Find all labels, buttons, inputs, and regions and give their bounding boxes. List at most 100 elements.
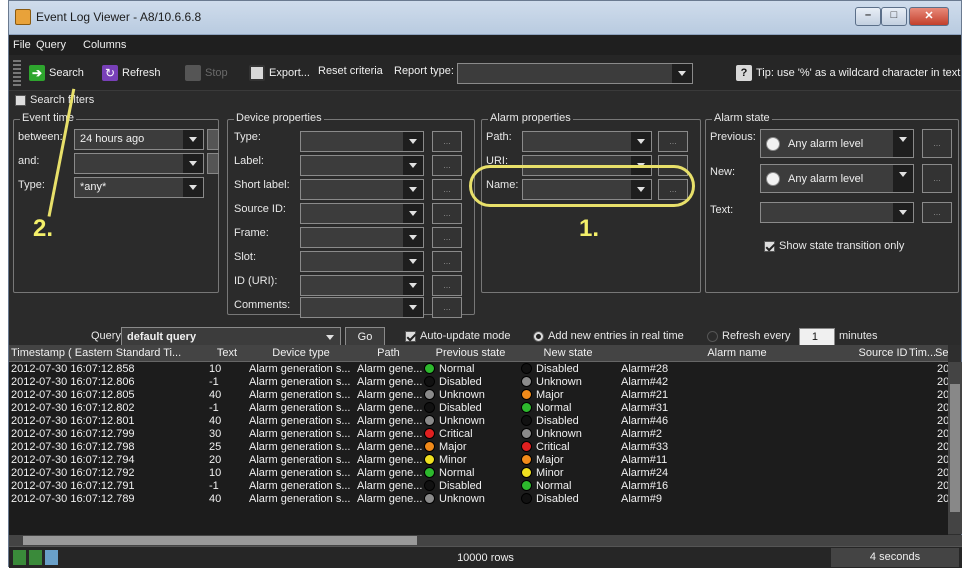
id-uri-select[interactable] [300, 275, 424, 296]
search-button[interactable]: ➔ Search [29, 65, 84, 81]
table-vertical-scrollbar[interactable] [948, 362, 962, 534]
column-header-source-id[interactable]: Source ID [857, 347, 909, 359]
state-dot-icon [424, 415, 435, 426]
column-header-previous-state[interactable]: Previous state [422, 347, 519, 359]
source-id-select[interactable] [300, 203, 424, 224]
device-label-browse-button[interactable]: ... [432, 155, 462, 176]
id-uri-browse-button[interactable]: ... [432, 275, 462, 296]
cell-device-type-value: Alarm generation s... [249, 402, 351, 414]
column-header-path[interactable]: Path [355, 347, 422, 359]
table-row[interactable]: 2012-07-30 16:07:12.858 10 Alarm generatio… [9, 363, 948, 376]
slot-select[interactable] [300, 251, 424, 272]
state-dot-icon [521, 480, 532, 491]
state-text-select[interactable] [760, 202, 914, 223]
comments-select[interactable] [300, 297, 424, 318]
source-id-browse-button[interactable]: ... [432, 203, 462, 224]
refresh-button[interactable]: ↻ Refresh [102, 65, 161, 81]
menu-query[interactable]: Query [36, 39, 66, 51]
frame-select[interactable] [300, 227, 424, 248]
table-row[interactable]: 2012-07-30 16:07:12.799 30 Alarm generatio… [9, 428, 948, 441]
slot-browse-button[interactable]: ... [432, 251, 462, 272]
path-select[interactable] [522, 131, 652, 152]
minimize-button[interactable]: – [855, 7, 881, 26]
column-header-se[interactable]: Se [935, 347, 948, 359]
device-type-select[interactable] [300, 131, 424, 152]
horizontal-scroll-thumb[interactable] [23, 536, 417, 545]
cell-path-value: Alarm gene... [357, 389, 422, 401]
refresh-every-radio[interactable]: Refresh every [707, 330, 790, 342]
close-button[interactable]: ✕ [909, 7, 949, 26]
auto-update-checkbox[interactable]: Auto-update mode [405, 330, 511, 342]
table-row[interactable]: 2012-07-30 16:07:12.791 -1 Alarm generatio… [9, 480, 948, 493]
event-type-select[interactable]: *any* [74, 177, 204, 198]
column-header-alarm-name[interactable]: Alarm name [617, 347, 857, 359]
table-row[interactable]: 2012-07-30 16:07:12.805 40 Alarm generatio… [9, 389, 948, 402]
show-transition-only-checkbox[interactable]: Show state transition only [764, 240, 904, 252]
vertical-scroll-thumb[interactable] [950, 384, 960, 512]
report-type-select[interactable] [457, 63, 693, 84]
short-label-browse-button[interactable]: ... [432, 179, 462, 200]
between-more-button[interactable] [207, 129, 219, 150]
comments-browse-button[interactable]: ... [432, 297, 462, 318]
table-row[interactable]: 2012-07-30 16:07:12.792 10 Alarm generatio… [9, 467, 948, 480]
export-button[interactable]: Export... [249, 65, 310, 81]
export-label: Export... [269, 66, 310, 79]
menu-file[interactable]: File [13, 39, 31, 51]
chevron-down-icon [403, 252, 423, 271]
table-row[interactable]: 2012-07-30 16:07:12.806 -1 Alarm generatio… [9, 376, 948, 389]
report-type-label: Report type: [394, 65, 454, 77]
state-dot-icon [424, 363, 435, 374]
java-app-icon [15, 9, 31, 25]
column-header-text[interactable]: Text [207, 347, 247, 359]
cell-path-value: Alarm gene... [357, 454, 422, 466]
table-row[interactable]: 2012-07-30 16:07:12.801 40 Alarm generatio… [9, 415, 948, 428]
column-header-timestamp[interactable]: Timestamp ( Eastern Standard Ti... [9, 347, 207, 359]
cell-timestamp-value: 2012-07-30 16:07:12.794 [11, 454, 135, 466]
previous-state-select[interactable]: Any alarm level [760, 129, 914, 158]
column-header-device-type[interactable]: Device type [247, 347, 355, 359]
stop-button[interactable]: Stop [185, 65, 228, 81]
state-dot-icon [521, 467, 532, 478]
and-select[interactable] [74, 153, 204, 174]
chevron-down-icon [403, 276, 423, 295]
new-state-browse-button[interactable]: ... [922, 164, 952, 193]
reset-criteria-button[interactable]: Reset criteria [318, 65, 383, 77]
cell-timestamp-value: 2012-07-30 16:07:12.792 [11, 467, 135, 479]
previous-state-browse-button[interactable]: ... [922, 129, 952, 158]
new-state-select[interactable]: Any alarm level [760, 164, 914, 193]
search-filters-toggle[interactable]: Search filters [15, 94, 94, 106]
menu-columns[interactable]: Columns [83, 39, 126, 51]
cell-new-state-value: Unknown [536, 376, 582, 388]
state-dot-icon [521, 363, 532, 374]
toolbar-grip[interactable] [13, 60, 21, 86]
table-row[interactable]: 2012-07-30 16:07:12.802 -1 Alarm generatio… [9, 402, 948, 415]
short-label-select[interactable] [300, 179, 424, 200]
cell-text: -1 [209, 376, 247, 388]
path-browse-button[interactable]: ... [658, 131, 688, 152]
table-row[interactable]: 2012-07-30 16:07:12.789 40 Alarm generatio… [9, 493, 948, 506]
cell-path-value: Alarm gene... [357, 467, 422, 479]
between-select[interactable]: 24 hours ago [74, 129, 204, 150]
column-header-new-state[interactable]: New state [519, 347, 617, 359]
state-dot-icon [424, 480, 435, 491]
cell-alarm-name-value: Alarm#24 [621, 467, 669, 479]
cell-new-state: Disabled [521, 363, 617, 375]
and-more-button[interactable] [207, 153, 219, 174]
cell-se-value: 20 [937, 480, 948, 492]
cell-se-value: 20 [937, 415, 948, 427]
add-new-entries-radio[interactable]: Add new entries in real time [533, 330, 684, 342]
frame-browse-button[interactable]: ... [432, 227, 462, 248]
cell-alarm-name-value: Alarm#33 [621, 441, 669, 453]
table-row[interactable]: 2012-07-30 16:07:12.798 25 Alarm generatio… [9, 441, 948, 454]
device-properties-legend: Device properties [234, 112, 324, 124]
device-type-browse-button[interactable]: ... [432, 131, 462, 152]
table-horizontal-scrollbar[interactable] [9, 535, 962, 546]
state-text-browse-button[interactable]: ... [922, 202, 952, 223]
column-header-time[interactable]: Tim... [909, 347, 935, 359]
auto-update-label: Auto-update mode [420, 330, 511, 342]
table-row[interactable]: 2012-07-30 16:07:12.794 20 Alarm generatio… [9, 454, 948, 467]
source-id-label: Source ID: [234, 203, 286, 215]
cell-se: 20 [937, 467, 948, 479]
device-label-select[interactable] [300, 155, 424, 176]
maximize-button[interactable]: □ [881, 7, 907, 26]
